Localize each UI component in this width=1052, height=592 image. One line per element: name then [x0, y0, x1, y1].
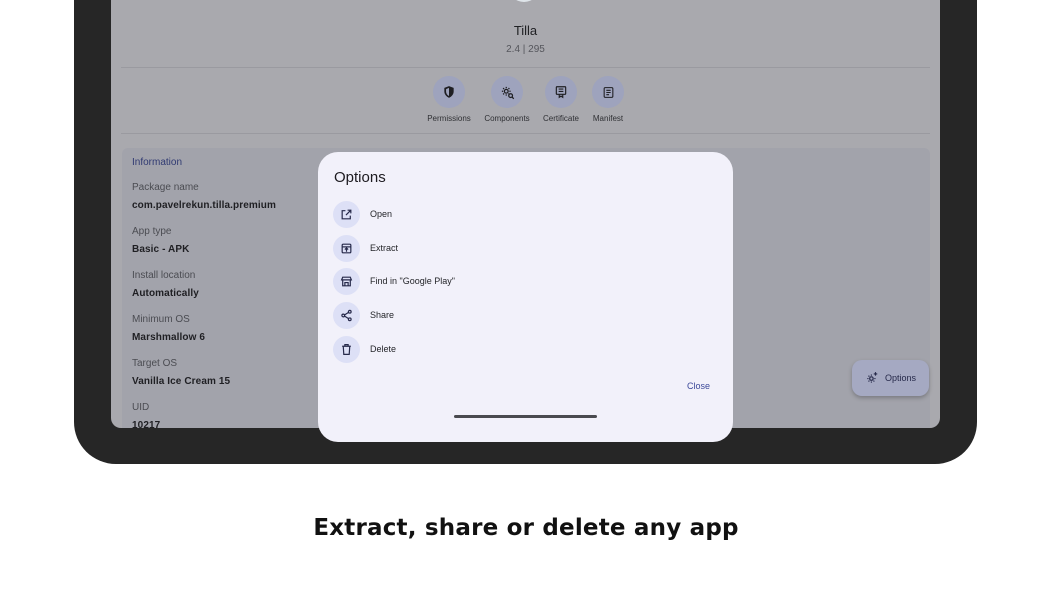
- options-dialog: Options Open Extract Find in "Google Pla…: [318, 152, 733, 442]
- option-find-in-google-play[interactable]: Find in "Google Play": [333, 267, 455, 295]
- option-open-label: Open: [370, 209, 393, 219]
- install-location-value: Automatically: [132, 288, 199, 299]
- app-version: 2.4 | 295: [506, 44, 545, 55]
- option-extract-label: Extract: [370, 243, 399, 253]
- app-type-value: Basic - APK: [132, 244, 190, 255]
- package-name-label: Package name: [132, 182, 199, 193]
- uid-label: UID: [132, 402, 150, 413]
- bottom-sheet-handle[interactable]: [454, 415, 597, 418]
- option-share[interactable]: Share: [333, 301, 394, 329]
- share-icon: [333, 301, 360, 329]
- option-extract[interactable]: Extract: [333, 234, 398, 262]
- store-icon: [333, 267, 360, 295]
- options-fab[interactable]: Options: [852, 360, 929, 396]
- shield-icon: [433, 76, 465, 108]
- promo-caption: Extract, share or delete any app: [313, 515, 739, 541]
- app-logo: [508, 0, 540, 2]
- option-open[interactable]: Open: [333, 200, 392, 228]
- extract-archive-icon: [333, 234, 360, 262]
- information-title: Information: [132, 157, 183, 168]
- manifest-label: Manifest: [592, 114, 624, 123]
- option-find-label: Find in "Google Play": [370, 276, 455, 286]
- manifest-icon: [592, 76, 624, 108]
- options-gear-icon: [865, 371, 879, 385]
- divider: [121, 133, 930, 134]
- option-delete[interactable]: Delete: [333, 335, 396, 363]
- app-type-label: App type: [132, 226, 172, 237]
- open-external-icon: [333, 200, 360, 228]
- divider: [121, 67, 930, 68]
- close-button[interactable]: Close: [687, 381, 710, 391]
- components-gear-icon: [491, 76, 523, 108]
- dialog-title: Options: [334, 169, 386, 186]
- minimum-os-value: Marshmallow 6: [132, 332, 205, 343]
- option-delete-label: Delete: [370, 344, 397, 354]
- options-fab-label: Options: [884, 373, 917, 383]
- target-os-label: Target OS: [132, 358, 178, 369]
- install-location-label: Install location: [132, 270, 196, 281]
- package-name-value: com.pavelrekun.tilla.premium: [132, 200, 276, 211]
- manifest-button[interactable]: Manifest: [573, 76, 643, 123]
- trash-icon: [333, 335, 360, 363]
- option-share-label: Share: [370, 310, 395, 320]
- app-name: Tilla: [513, 23, 538, 38]
- minimum-os-label: Minimum OS: [132, 314, 190, 325]
- uid-value: 10217: [132, 420, 161, 428]
- target-os-value: Vanilla Ice Cream 15: [132, 376, 231, 387]
